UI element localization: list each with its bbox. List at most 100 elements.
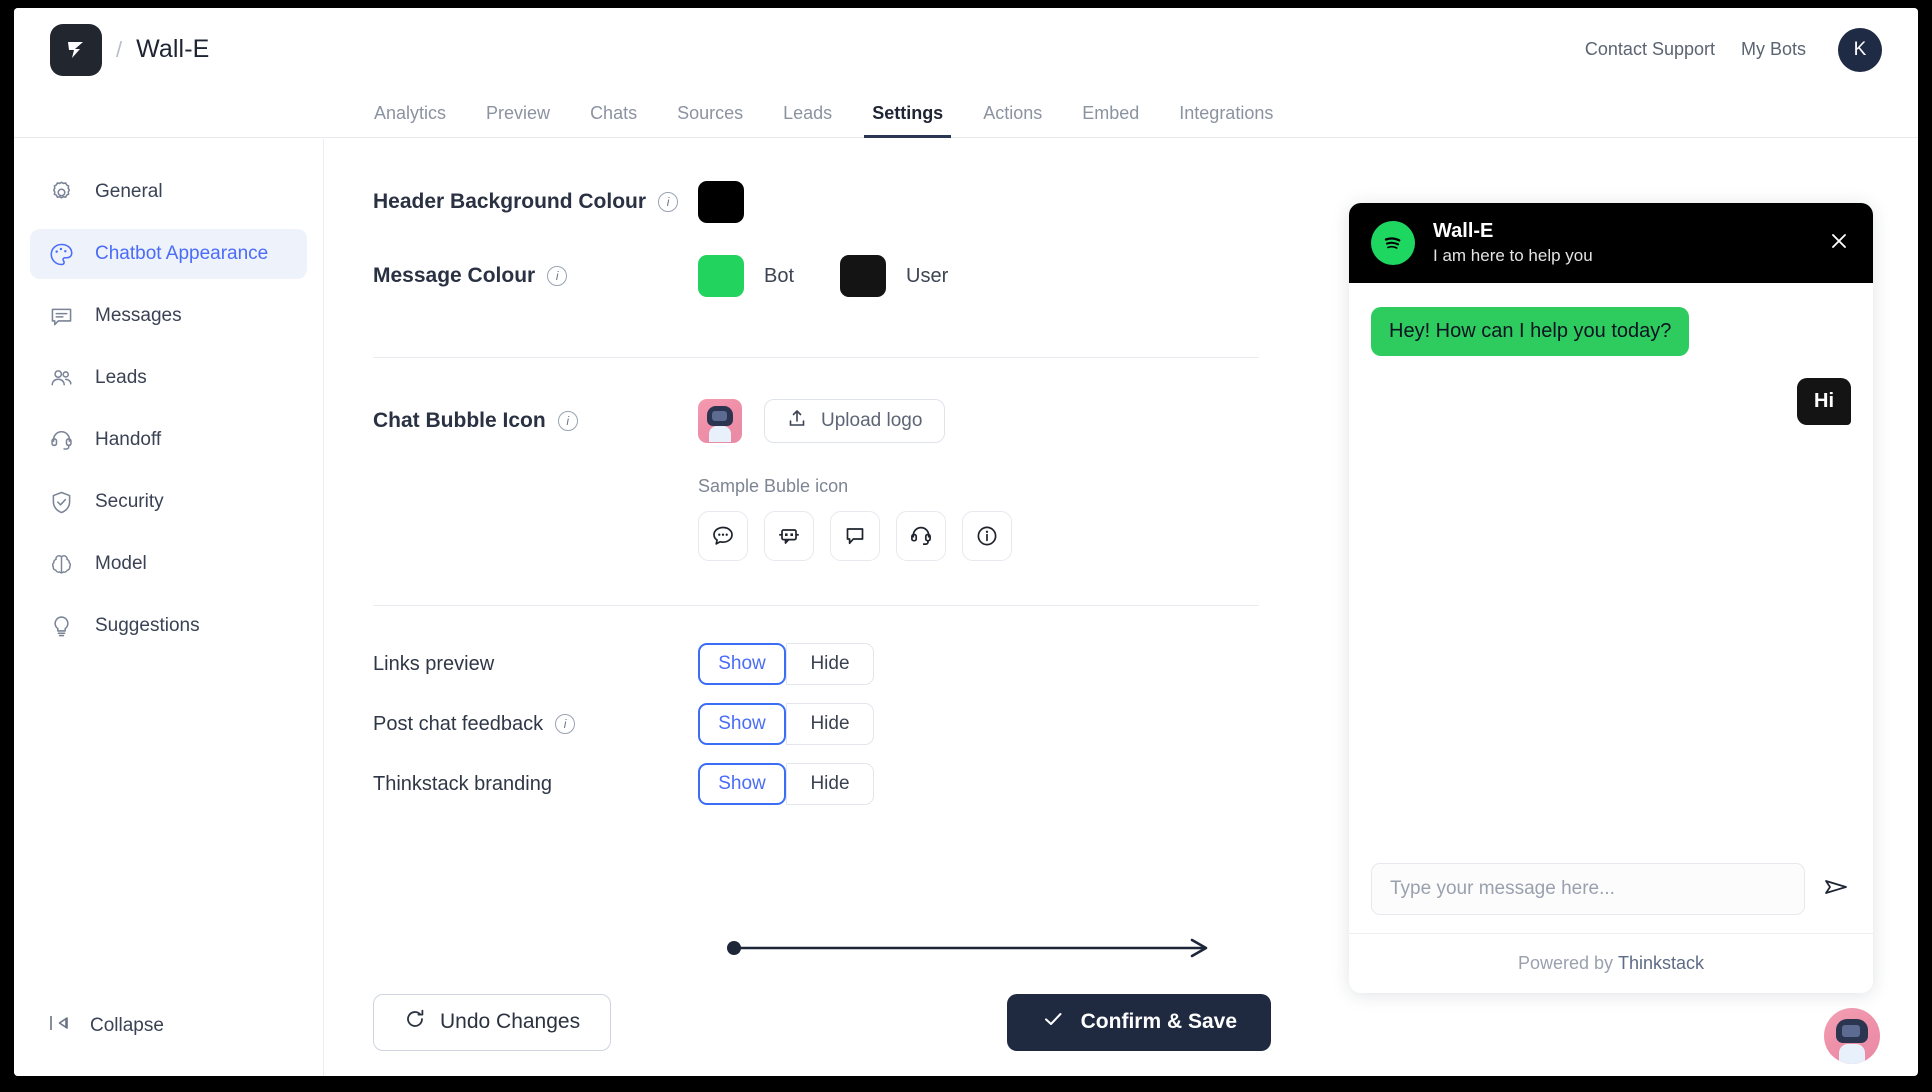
- lightbulb-icon: [48, 613, 75, 640]
- toggle-option-show[interactable]: Show: [698, 703, 786, 745]
- avatar-initial: K: [1853, 38, 1867, 60]
- toggle-label: Post chat feedback: [373, 712, 544, 735]
- toggle-option-show[interactable]: Show: [698, 643, 786, 685]
- sidebar-item-label: Model: [95, 553, 147, 574]
- tab-leads[interactable]: Leads: [763, 103, 852, 137]
- label-message-colour: Message Colour i: [373, 264, 698, 288]
- info-icon[interactable]: i: [555, 714, 576, 734]
- brain-icon: [48, 551, 75, 578]
- toggle-option-hide[interactable]: Hide: [786, 643, 874, 685]
- undo-changes-button[interactable]: Undo Changes: [373, 993, 612, 1051]
- sidebar-item-suggestions[interactable]: Suggestions: [30, 601, 307, 651]
- headset-icon[interactable]: [896, 511, 946, 561]
- message-input[interactable]: Type your message here...: [1371, 863, 1805, 915]
- sidebar-item-label: Handoff: [95, 429, 162, 450]
- spotify-logo-icon: [1371, 221, 1415, 265]
- info-icon[interactable]: i: [658, 192, 679, 212]
- sidebar-item-label: Messages: [95, 305, 182, 326]
- sidebar-item-label: Leads: [95, 367, 147, 388]
- info-icon[interactable]: i: [557, 411, 578, 431]
- chat-robot-icon[interactable]: [764, 511, 814, 561]
- segmented-control: Show Hide: [698, 763, 874, 805]
- sidebar-item-label: Chatbot Appearance: [95, 243, 269, 264]
- confirm-save-button[interactable]: Confirm & Save: [1006, 993, 1271, 1051]
- sidebar-list: General Chatbot Appearance Messages Leads Ha…: [14, 167, 323, 651]
- chat-bubble-icon-label: Chat Bubble Icon: [373, 409, 546, 432]
- settings-panel: Header Background Colour i Message Colou…: [325, 139, 1319, 1076]
- toggle-label-wrap: Thinkstack branding: [373, 773, 698, 796]
- avatar[interactable]: K: [1838, 27, 1882, 72]
- form-footer: Undo Changes Confirm & Save: [325, 968, 1319, 1076]
- send-icon[interactable]: [1821, 872, 1851, 907]
- bot-message-bubble: Hey! How can I help you today?: [1371, 307, 1690, 356]
- speech-bubble-icon[interactable]: [830, 511, 880, 561]
- sidebar-item-general[interactable]: General: [30, 167, 307, 217]
- chat-preview-messages: Hey! How can I help you today? Hi: [1349, 283, 1873, 847]
- message-colour-label: Message Colour: [373, 264, 536, 287]
- robot-avatar-thumbnail[interactable]: [698, 399, 742, 443]
- confirm-save-label: Confirm & Save: [1080, 1010, 1237, 1033]
- page-title: Wall-E: [136, 35, 210, 63]
- chat-preview-titles: Wall-E I am here to help you: [1433, 218, 1593, 268]
- tab-analytics[interactable]: Analytics: [354, 103, 466, 137]
- sidebar-item-handoff[interactable]: Handoff: [30, 415, 307, 465]
- divider: [373, 357, 1259, 358]
- sidebar-collapse-button[interactable]: Collapse: [48, 1013, 164, 1038]
- user-colour-swatch[interactable]: [840, 255, 887, 297]
- close-icon[interactable]: [1827, 229, 1851, 258]
- user-colour-label: User: [906, 264, 949, 287]
- tab-embed[interactable]: Embed: [1062, 103, 1159, 137]
- info-circle-icon[interactable]: [962, 511, 1012, 561]
- sidebar-item-label: Security: [95, 491, 164, 512]
- sidebar-item-label: Suggestions: [95, 615, 200, 636]
- upload-logo-button[interactable]: Upload logo: [764, 399, 946, 443]
- header-background-colour-swatch[interactable]: [698, 181, 744, 223]
- powered-by-footer: Powered by Thinkstack: [1349, 933, 1873, 993]
- header-background-colour-label: Header Background Colour: [373, 190, 647, 213]
- sidebar-item-label: General: [95, 181, 163, 202]
- palette-icon: [48, 241, 75, 268]
- breadcrumb-separator: /: [116, 36, 123, 62]
- toggle-rows: Links preview Show Hide Post chat feedback i…: [373, 634, 1259, 814]
- tab-settings[interactable]: Settings: [852, 103, 963, 138]
- tab-preview[interactable]: Preview: [466, 103, 570, 137]
- tab-chats[interactable]: Chats: [570, 103, 657, 137]
- sidebar: General Chatbot Appearance Messages Leads Ha…: [14, 139, 324, 1076]
- divider: [373, 605, 1259, 606]
- app-window: / Wall-E Contact Support My Bots K Analy…: [14, 8, 1918, 1076]
- check-icon: [1041, 1007, 1065, 1037]
- sidebar-item-leads[interactable]: Leads: [30, 353, 307, 403]
- info-icon[interactable]: i: [547, 266, 568, 286]
- contact-support-link[interactable]: Contact Support: [1585, 39, 1715, 60]
- toggle-label: Thinkstack branding: [373, 772, 552, 795]
- bot-colour-label: Bot: [764, 264, 795, 287]
- toggle-option-show[interactable]: Show: [698, 763, 786, 805]
- shield-check-icon: [48, 489, 75, 516]
- tab-sources[interactable]: Sources: [657, 103, 763, 137]
- sidebar-item-chatbot-appearance[interactable]: Chatbot Appearance: [30, 229, 307, 279]
- sidebar-item-model[interactable]: Model: [30, 539, 307, 589]
- sidebar-item-messages[interactable]: Messages: [30, 291, 307, 341]
- chat-dots-icon[interactable]: [698, 511, 748, 561]
- user-message-row: Hi: [1371, 378, 1851, 425]
- thinkstack-logo-icon[interactable]: [50, 23, 102, 76]
- segmented-control: Show Hide: [698, 643, 874, 685]
- tab-actions[interactable]: Actions: [963, 103, 1062, 137]
- toggle-label-wrap: Links preview: [373, 653, 698, 676]
- chat-preview-input-row: Type your message here...: [1349, 847, 1873, 933]
- sidebar-item-security[interactable]: Security: [30, 477, 307, 527]
- message-icon: [48, 303, 75, 330]
- toggle-label: Links preview: [373, 652, 495, 675]
- row-post-chat-feedback: Post chat feedback i Show Hide: [373, 694, 1259, 754]
- breadcrumb: / Wall-E: [50, 23, 210, 76]
- tab-integrations[interactable]: Integrations: [1159, 103, 1293, 137]
- my-bots-link[interactable]: My Bots: [1741, 39, 1806, 60]
- bot-colour-swatch[interactable]: [698, 255, 744, 297]
- toggle-option-hide[interactable]: Hide: [786, 703, 874, 745]
- toggle-option-hide[interactable]: Hide: [786, 763, 874, 805]
- label-header-background-colour: Header Background Colour i: [373, 190, 698, 214]
- robot-avatar-fab[interactable]: [1824, 1008, 1880, 1064]
- row-header-background-colour: Header Background Colour i: [373, 173, 1259, 231]
- chat-preview-title: Wall-E: [1433, 220, 1494, 243]
- gear-icon: [48, 179, 75, 206]
